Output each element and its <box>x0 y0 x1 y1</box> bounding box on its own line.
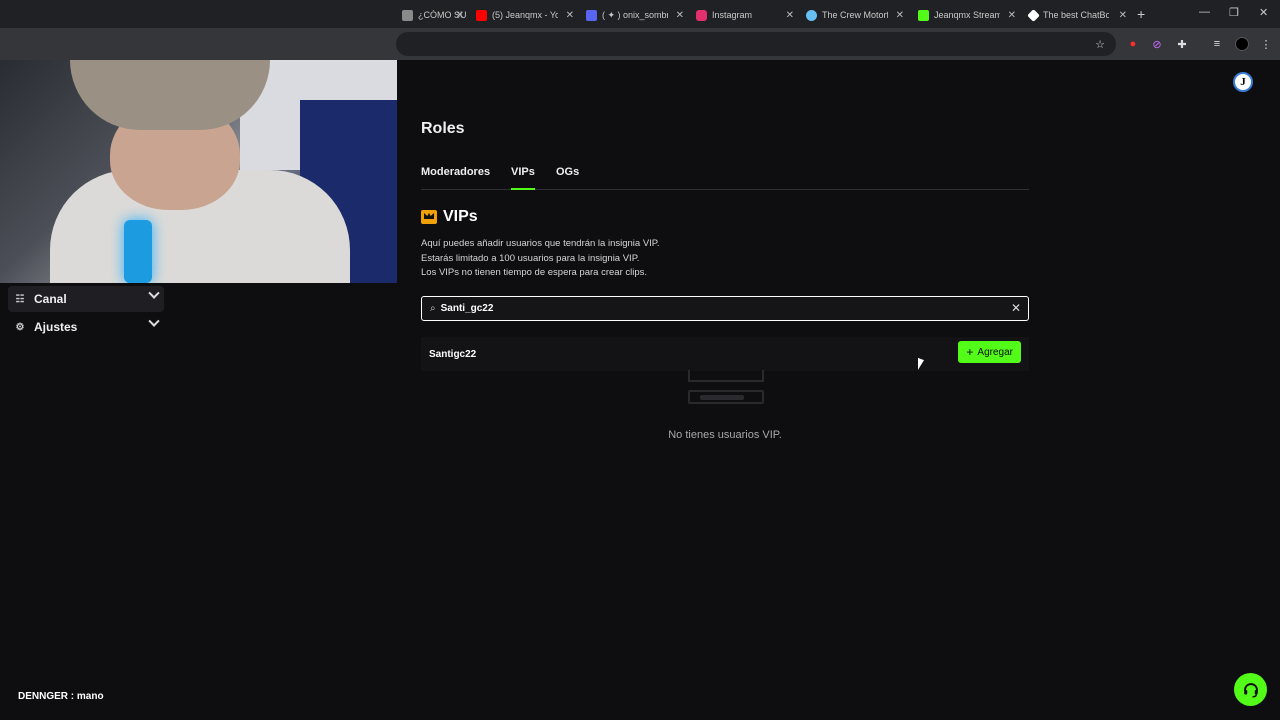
sidebar-item-label: Canal <box>34 292 67 306</box>
kick-icon <box>918 9 929 21</box>
close-icon[interactable]: ✕ <box>786 10 794 21</box>
users-icon: ☷ <box>15 293 25 305</box>
address-bar[interactable] <box>396 32 1116 56</box>
close-icon[interactable]: ✕ <box>1008 10 1016 21</box>
empty-state-illustration <box>688 370 764 406</box>
page-content: ☷ Canal ⚙ Ajustes DENNGER : mano J Roles… <box>0 60 1280 720</box>
browser-tab-title: Jeanqmx Stream <box>934 10 1000 20</box>
discord-icon <box>586 9 597 21</box>
minimize-icon[interactable]: — <box>1199 6 1210 18</box>
add-vip-button[interactable]: + Agregar <box>958 341 1021 363</box>
chevron-down-icon <box>148 287 160 299</box>
search-input[interactable]: ⌕ Santi_gc22 ✕ <box>421 296 1029 321</box>
roles-tabs: Moderadores VIPs OGs <box>421 166 1029 190</box>
menu-kebab-icon[interactable]: ⋮ <box>1259 37 1273 51</box>
close-icon[interactable]: ✕ <box>456 10 464 21</box>
browser-tab-title: The Crew Motorfe <box>822 10 888 20</box>
close-icon[interactable]: ✕ <box>1119 10 1127 21</box>
tab-vips[interactable]: VIPs <box>511 166 535 190</box>
crown-icon <box>421 210 437 224</box>
browser-tab-title: Instagram <box>712 10 753 20</box>
webcam-overlay <box>0 60 397 283</box>
close-icon[interactable]: ✕ <box>896 10 904 21</box>
browser-tab-title: ( ✦ ) onix_sombra <box>602 9 668 20</box>
window-close-icon[interactable]: ✕ <box>1259 6 1268 19</box>
extension-record-icon[interactable]: ● <box>1126 37 1140 51</box>
profile-icon[interactable] <box>1235 37 1249 51</box>
page-title: Roles <box>421 120 465 137</box>
botrix-icon <box>1027 8 1040 22</box>
tab-ogs[interactable]: OGs <box>556 166 579 178</box>
clear-icon[interactable]: ✕ <box>1011 301 1021 315</box>
browser-tab-title: (5) Jeanqmx - You <box>492 10 558 20</box>
new-tab-button[interactable]: + <box>1137 6 1145 22</box>
sidebar: ☷ Canal ⚙ Ajustes <box>8 286 164 342</box>
description-line: Los VIPs no tienen tiempo de espera para… <box>421 267 648 278</box>
star-icon[interactable]: ☆ <box>1093 37 1107 51</box>
section-header: VIPs <box>421 208 478 226</box>
instagram-icon <box>696 9 707 21</box>
mouse-cursor <box>918 357 924 373</box>
search-icon: ⌕ <box>430 303 436 314</box>
chat-text: mano <box>76 691 104 702</box>
section-title: VIPs <box>443 208 478 225</box>
section-description: Aquí puedes añadir usuarios que tendrán … <box>421 237 660 281</box>
result-username: Santigc22 <box>429 348 477 360</box>
youtube-icon <box>476 9 487 21</box>
browser-tab-3[interactable]: ( ✦ ) onix_sombra ✕ <box>580 4 688 26</box>
browser-tab-bar: ¿CÓMO SU ✕ (5) Jeanqmx - You ✕ ( ✦ ) oni… <box>0 0 1280 28</box>
browser-tab-2[interactable]: (5) Jeanqmx - You ✕ <box>470 4 578 26</box>
restore-icon[interactable]: ❐ <box>1229 6 1239 19</box>
sidebar-item-canal[interactable]: ☷ Canal <box>8 286 164 312</box>
sidebar-item-ajustes[interactable]: ⚙ Ajustes <box>8 314 164 340</box>
browser-tab-title: The best ChatBot <box>1043 10 1109 20</box>
steam-icon <box>806 9 817 21</box>
search-result-row: Santigc22 + Agregar <box>421 337 1029 371</box>
media-queue-icon[interactable]: ≡ <box>1210 37 1224 51</box>
browser-tab-7[interactable]: The best ChatBot ✕ <box>1023 4 1131 26</box>
browser-tab-6[interactable]: Jeanqmx Stream ✕ <box>912 4 1020 26</box>
generic-page-icon <box>402 9 413 21</box>
chat-overlay-message: DENNGER : mano <box>18 691 104 702</box>
description-line: Estarás limitado a 100 usuarios para la … <box>421 252 640 264</box>
gear-icon: ⚙ <box>15 321 25 333</box>
extensions-puzzle-icon[interactable]: ✚ <box>1175 37 1189 51</box>
description-line: Aquí puedes añadir usuarios que tendrán … <box>421 238 660 249</box>
sidebar-item-label: Ajustes <box>34 320 78 334</box>
avatar[interactable]: J <box>1233 72 1253 92</box>
chat-username: DENNGER <box>18 691 69 702</box>
plus-icon: + <box>966 345 974 359</box>
headset-icon <box>1243 682 1258 697</box>
add-button-label: Agregar <box>977 346 1013 358</box>
tab-moderadores[interactable]: Moderadores <box>421 166 490 178</box>
search-input-value: Santi_gc22 <box>440 303 494 314</box>
chevron-down-icon <box>148 315 160 327</box>
close-icon[interactable]: ✕ <box>566 10 574 21</box>
help-chat-button[interactable] <box>1234 673 1267 706</box>
browser-tab-1[interactable]: ¿CÓMO SU ✕ <box>396 4 468 26</box>
browser-tab-4[interactable]: Instagram ✕ <box>690 4 798 26</box>
browser-tab-5[interactable]: The Crew Motorfe ✕ <box>800 4 908 26</box>
extension-block-icon[interactable]: ⊘ <box>1150 37 1164 51</box>
empty-state-text: No tienes usuarios VIP. <box>668 429 782 441</box>
close-icon[interactable]: ✕ <box>676 10 684 21</box>
